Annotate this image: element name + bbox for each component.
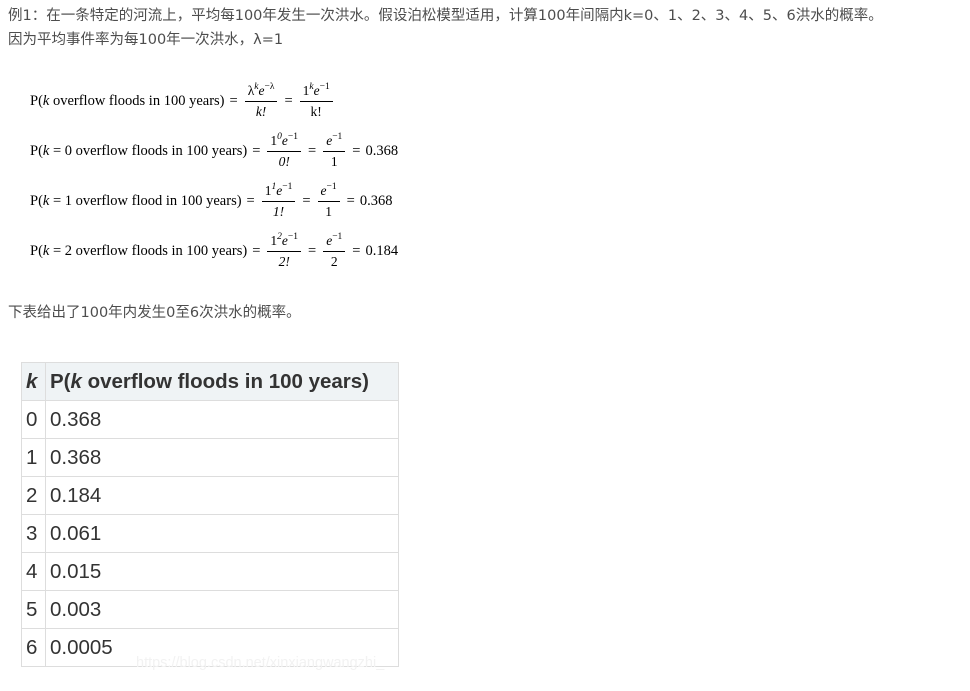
table-intro: 下表给出了100年内发生0至6次洪水的概率。 [8, 305, 301, 321]
fraction-2: e−1 2 [323, 232, 346, 270]
table-row: 2 0.184 [21, 476, 399, 515]
cell-probability: 0.368 [45, 400, 399, 439]
header-k: k [21, 362, 46, 401]
cell-k: 3 [21, 514, 46, 553]
watermark: https://blog.csdn.net/xinxiangwangzhi_ [136, 655, 385, 671]
cell-k: 2 [21, 476, 46, 515]
formula-lhs: P(k = 2 overflow floods in 100 years) [30, 242, 248, 259]
equals-sign: = [284, 92, 293, 109]
cell-k: 6 [21, 628, 46, 667]
formula-lhs: P(k overflow floods in 100 years) [30, 92, 225, 109]
table-row: 5 0.003 [21, 590, 399, 629]
formula-result: 0.368 [365, 142, 399, 159]
formula-block: P(k overflow floods in 100 years) = λke−… [30, 76, 398, 276]
equals-sign: = [252, 242, 261, 259]
intro-line-1: 例1：在一条特定的河流上，平均每100年发生一次洪水。假设泊松模型适用，计算10… [8, 8, 883, 24]
cell-k: 4 [21, 552, 46, 591]
cell-probability: 0.015 [45, 552, 399, 591]
cell-k: 1 [21, 438, 46, 477]
table-row: 4 0.015 [21, 552, 399, 591]
cell-probability: 0.184 [45, 476, 399, 515]
formula-row: P(k = 0 overflow floods in 100 years) = … [30, 126, 398, 176]
cell-probability: 0.368 [45, 438, 399, 477]
fraction-2: 1ke−1 k! [299, 82, 333, 120]
probability-table: k P(k overflow floods in 100 years) 0 0.3… [21, 362, 399, 667]
fraction-1: λke−λ k! [244, 82, 278, 120]
intro-line-2: 因为平均事件率为每100年一次洪水，λ=1 [8, 32, 284, 48]
formula-row: P(k = 2 overflow floods in 100 years) = … [30, 226, 398, 276]
fraction-2: e−1 1 [317, 182, 340, 220]
formula-lhs: P(k = 1 overflow flood in 100 years) [30, 192, 242, 209]
cell-probability: 0.061 [45, 514, 399, 553]
table-row: 1 0.368 [21, 438, 399, 477]
equals-sign: = [302, 192, 311, 209]
cell-probability: 0.003 [45, 590, 399, 629]
fraction-1: 10e−1 0! [267, 132, 301, 170]
formula-result: 0.184 [365, 242, 399, 259]
fraction-1: 11e−1 1! [261, 182, 296, 220]
equals-sign: = [346, 192, 355, 209]
equals-sign: = [252, 142, 261, 159]
table-row: 0 0.368 [21, 400, 399, 439]
fraction-1: 12e−1 2! [267, 232, 301, 270]
equals-sign: = [308, 142, 317, 159]
cell-k: 5 [21, 590, 46, 629]
equals-sign: = [352, 242, 361, 259]
equals-sign: = [308, 242, 317, 259]
table-header-row: k P(k overflow floods in 100 years) [21, 362, 399, 401]
equals-sign: = [246, 192, 255, 209]
header-probability: P(k overflow floods in 100 years) [45, 362, 399, 401]
formula-row: P(k overflow floods in 100 years) = λke−… [30, 76, 398, 126]
formula-row: P(k = 1 overflow flood in 100 years) = 1… [30, 176, 398, 226]
formula-result: 0.368 [359, 192, 393, 209]
intro-paragraph: 例1：在一条特定的河流上，平均每100年发生一次洪水。假设泊松模型适用，计算10… [8, 4, 883, 52]
fraction-2: e−1 1 [323, 132, 346, 170]
equals-sign: = [352, 142, 361, 159]
table-row: 3 0.061 [21, 514, 399, 553]
formula-lhs: P(k = 0 overflow floods in 100 years) [30, 142, 248, 159]
cell-k: 0 [21, 400, 46, 439]
equals-sign: = [229, 92, 238, 109]
